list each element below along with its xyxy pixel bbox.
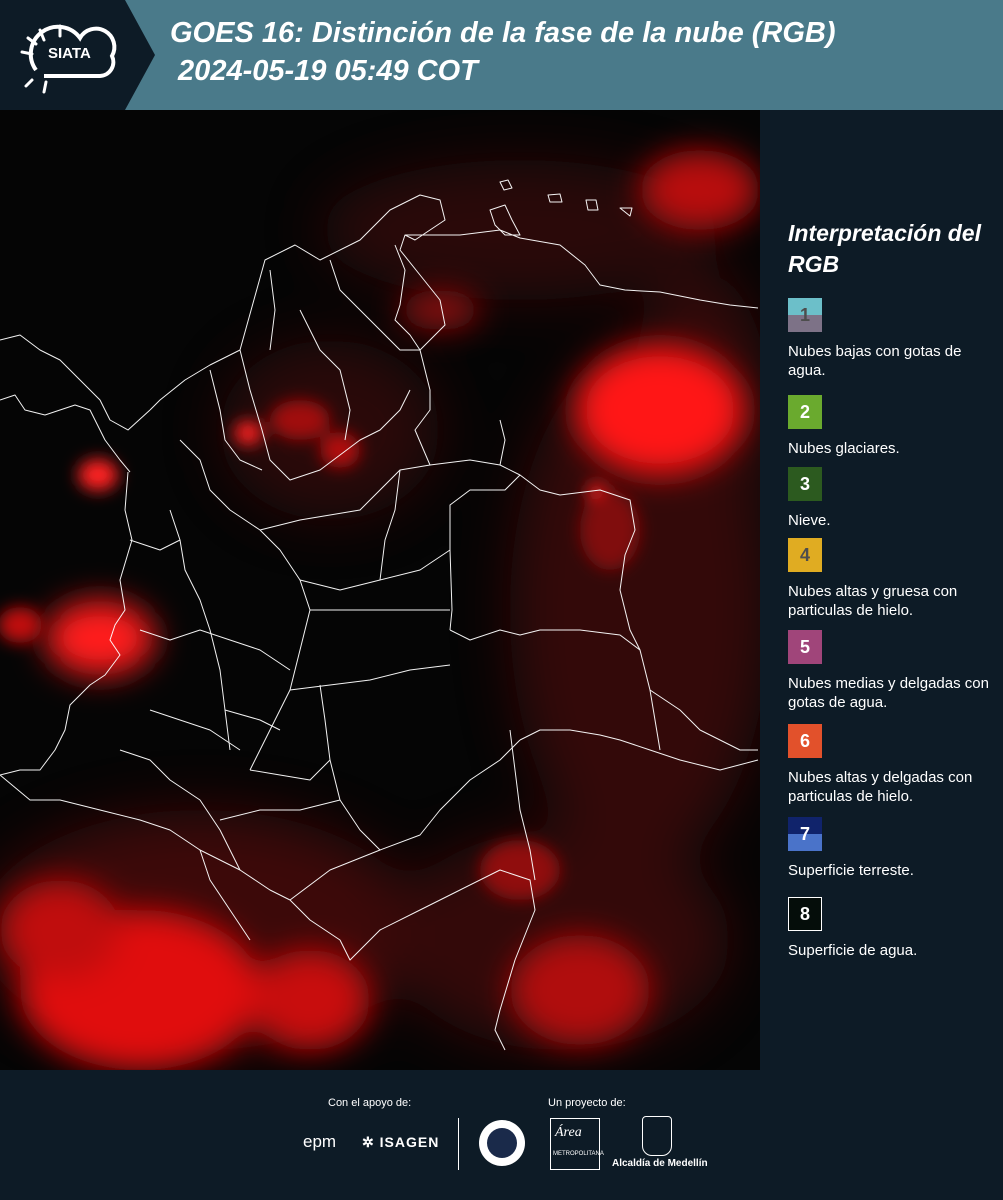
alcaldia-crest-icon bbox=[642, 1116, 672, 1156]
isagen-logo: ✲ ISAGEN bbox=[362, 1134, 439, 1151]
footer-divider bbox=[458, 1118, 459, 1170]
header-bar: SIATA GOES 16: Distinción de la fase de … bbox=[0, 0, 1003, 110]
legend-label: Superficie de agua. bbox=[788, 942, 918, 959]
legend-number: 1 bbox=[799, 304, 810, 325]
epm-logo: epm bbox=[303, 1132, 337, 1151]
legend-label: Nieve. bbox=[788, 512, 831, 529]
legend-label: Nubes bajas con gotas de agua. bbox=[788, 343, 962, 379]
legend-item-1: 1 Nubes bajas con gotas de agua. bbox=[788, 298, 998, 380]
area-metropolitana-logo: Área METROPOLITANA bbox=[550, 1118, 604, 1170]
logo-text: SIATA bbox=[48, 45, 91, 62]
legend-number: 2 bbox=[799, 401, 810, 422]
legend-item-4: 4 Nubes altas y gruesa con particulas de … bbox=[788, 538, 998, 620]
page-title: GOES 16: Distinción de la fase de la nub… bbox=[170, 14, 990, 90]
project-label: Un proyecto de: bbox=[548, 1097, 626, 1109]
legend-item-3: 3 Nieve. bbox=[788, 467, 998, 530]
legend-swatch: 8 bbox=[788, 897, 822, 931]
legend-number: 7 bbox=[799, 823, 810, 844]
legend-item-7: 7 Superficie terreste. bbox=[788, 817, 998, 880]
legend-swatch: 4 bbox=[788, 538, 822, 572]
legend-label: Nubes altas y delgadas con particulas de… bbox=[788, 769, 973, 805]
title-line-1: GOES 16: Distinción de la fase de la nub… bbox=[170, 17, 836, 49]
legend-number: 6 bbox=[799, 730, 810, 751]
legend-item-8: 8 Superficie de agua. bbox=[788, 897, 998, 960]
legend-swatch: 2 bbox=[788, 395, 822, 429]
legend-item-5: 5 Nubes medias y delgadas con gotas de ag… bbox=[788, 630, 998, 712]
isagen-icon: ✲ bbox=[362, 1134, 375, 1150]
footer: Con el apoyo de: Un proyecto de: epm ✲ I… bbox=[0, 1070, 1003, 1200]
legend-item-2: 2 Nubes glaciares. bbox=[788, 395, 998, 458]
legend-label: Nubes glaciares. bbox=[788, 440, 900, 457]
legend-number: 4 bbox=[799, 544, 810, 565]
legend-label: Nubes medias y delgadas con gotas de agu… bbox=[788, 675, 989, 711]
legend-panel: Interpretación del RGB 1 Nubes bajas con … bbox=[760, 110, 1003, 1070]
title-line-2: 2024-05-19 05:49 COT bbox=[170, 55, 478, 87]
legend-number: 3 bbox=[799, 473, 810, 494]
legend-swatch: 1 bbox=[788, 298, 822, 332]
siata-logo: SIATA bbox=[0, 0, 155, 110]
area-subtext: METROPOLITANA bbox=[553, 1151, 604, 1157]
legend-number: 8 bbox=[799, 903, 810, 924]
legend-swatch: 6 bbox=[788, 724, 822, 758]
satellite-map[interactable] bbox=[0, 110, 760, 1070]
legend-item-6: 6 Nubes altas y delgadas con particulas d… bbox=[788, 724, 998, 806]
legend-label: Nubes altas y gruesa con particulas de h… bbox=[788, 583, 958, 619]
area-text: Área bbox=[555, 1125, 582, 1140]
isagen-text: ISAGEN bbox=[379, 1134, 440, 1150]
map-image bbox=[0, 110, 760, 1070]
alcaldia-label: Alcaldía de Medellín bbox=[612, 1158, 708, 1169]
legend-label: Superficie terreste. bbox=[788, 862, 914, 879]
support-label: Con el apoyo de: bbox=[328, 1097, 412, 1109]
legend-number: 5 bbox=[799, 636, 810, 657]
municipal-seal-icon bbox=[479, 1120, 525, 1166]
legend-swatch: 3 bbox=[788, 467, 822, 501]
legend-swatch: 5 bbox=[788, 630, 822, 664]
legend-swatch: 7 bbox=[788, 817, 822, 851]
legend-title: Interpretación del RGB bbox=[788, 220, 981, 277]
